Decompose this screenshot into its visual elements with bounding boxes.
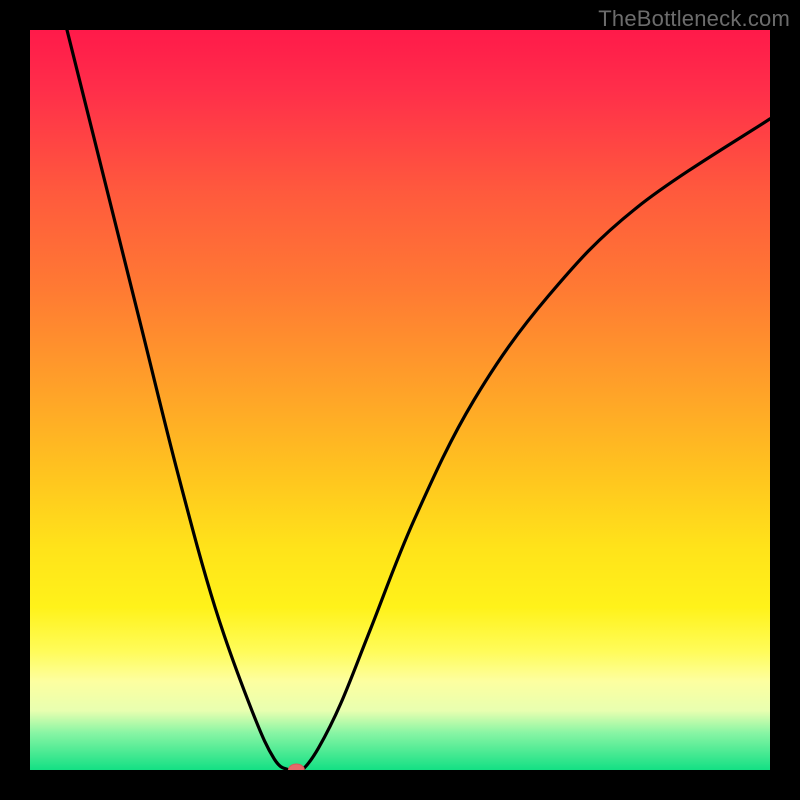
chart-frame: TheBottleneck.com (0, 0, 800, 800)
bottleneck-curve (67, 30, 770, 770)
plot-area (30, 30, 770, 770)
watermark-text: TheBottleneck.com (598, 6, 790, 32)
curve-svg (30, 30, 770, 770)
minimum-marker (288, 764, 304, 770)
